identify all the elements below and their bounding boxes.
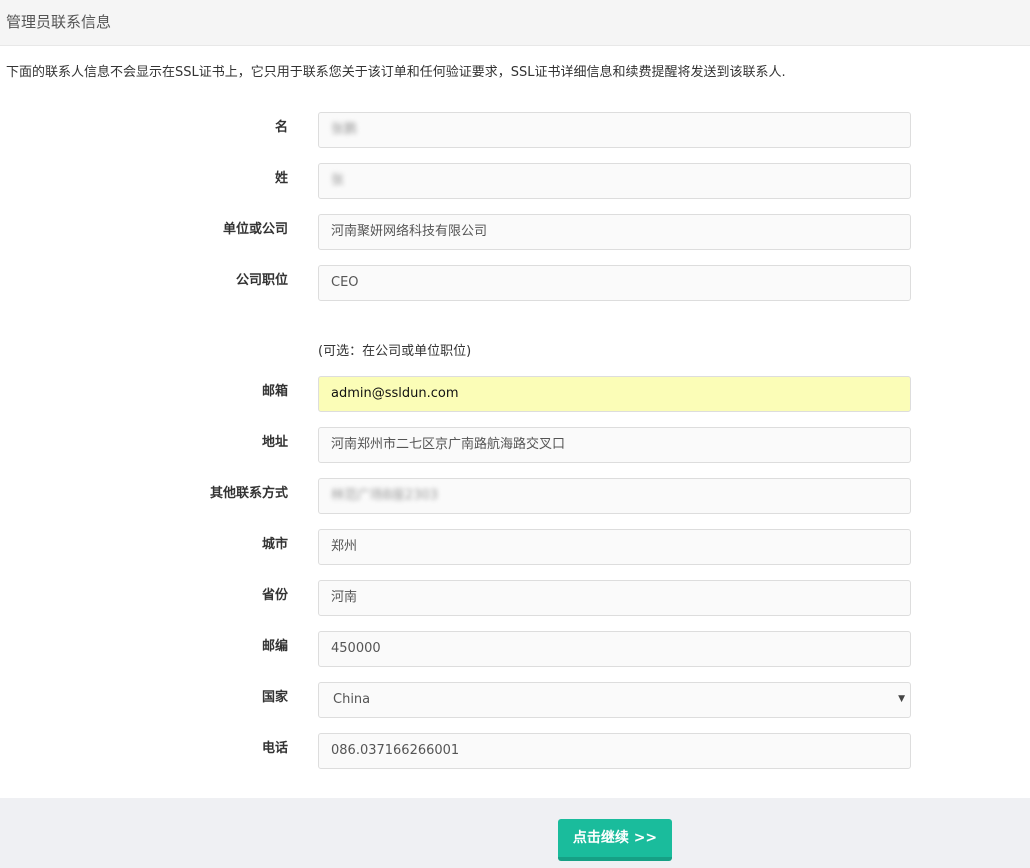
phone-label: 电话 (261, 741, 288, 756)
job-title-field[interactable]: CEO (318, 265, 911, 301)
postcode-label: 邮编 (261, 639, 288, 654)
footer-bar: 点击继续 >> (0, 798, 1030, 868)
row-last-name: 姓 张 (0, 163, 1030, 199)
province-field[interactable]: 河南 (318, 580, 911, 616)
organization-field[interactable]: 河南聚妍网络科技有限公司 (318, 214, 911, 250)
row-country: 国家 China ▼ (0, 682, 1030, 718)
job-title-hint: (可选：在公司或单位职位) (318, 344, 472, 359)
last-name-label: 姓 (274, 171, 288, 186)
row-organization: 单位或公司 河南聚妍网络科技有限公司 (0, 214, 1030, 250)
phone-field[interactable]: 086.037166266001 (318, 733, 911, 769)
panel-heading: 管理员联系信息 (0, 0, 1030, 46)
job-title-label: 公司职位 (235, 273, 288, 288)
first-name-label: 名 (274, 120, 288, 135)
city-label: 城市 (261, 537, 288, 552)
caret-down-icon: ▼ (898, 694, 905, 704)
notice-text: 下面的联系人信息不会显示在SSL证书上，它只用于联系您关于该订单和任何验证要求，… (6, 65, 786, 80)
email-label: 邮箱 (261, 384, 288, 399)
row-phone: 电话 086.037166266001 (0, 733, 1030, 769)
row-postcode: 邮编 450000 (0, 631, 1030, 667)
organization-label: 单位或公司 (222, 222, 288, 237)
address-label: 地址 (261, 435, 288, 450)
postcode-field[interactable]: 450000 (318, 631, 911, 667)
continue-button[interactable]: 点击继续 >> (558, 819, 672, 861)
row-job-title: 公司职位 CEO (0, 265, 1030, 301)
panel-title: 管理员联系信息 (6, 13, 112, 31)
other-contact-label: 其他联系方式 (209, 486, 288, 501)
row-email: 邮箱 admin@ssldun.com (0, 376, 1030, 412)
row-address: 地址 河南郑州市二七区京广南路航海路交叉口 (0, 427, 1030, 463)
row-city: 城市 郑州 (0, 529, 1030, 565)
first-name-value: 张鹏 (331, 122, 358, 137)
row-first-name: 名 张鹏 (0, 112, 1030, 148)
country-selected-value: China (333, 692, 371, 707)
first-name-field[interactable]: 张鹏 (318, 112, 911, 148)
email-field[interactable]: admin@ssldun.com (318, 376, 911, 412)
country-label: 国家 (261, 690, 288, 705)
city-field[interactable]: 郑州 (318, 529, 911, 565)
province-label: 省份 (261, 588, 288, 603)
row-other-contact: 其他联系方式 林范广场B座2303 (0, 478, 1030, 514)
address-field[interactable]: 河南郑州市二七区京广南路航海路交叉口 (318, 427, 911, 463)
last-name-field[interactable]: 张 (318, 163, 911, 199)
other-contact-field[interactable]: 林范广场B座2303 (318, 478, 911, 514)
country-select[interactable]: China ▼ (318, 682, 911, 718)
last-name-value: 张 (331, 173, 345, 188)
other-contact-value: 林范广场B座2303 (331, 488, 439, 503)
row-province: 省份 河南 (0, 580, 1030, 616)
